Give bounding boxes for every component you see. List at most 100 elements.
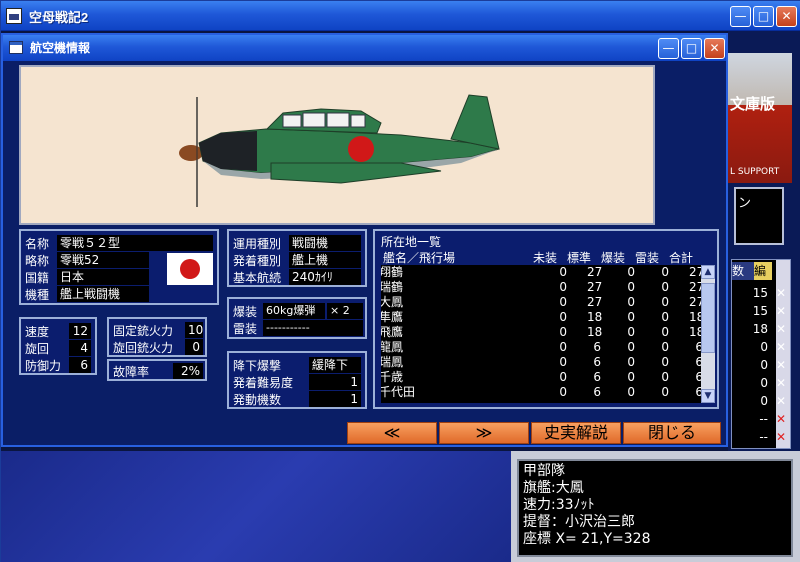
scroll-up-icon[interactable]: ▲ <box>701 265 715 279</box>
nationality-value: 日本 <box>57 269 149 285</box>
launch-difficulty-label: 発着難易度 <box>233 376 294 390</box>
location-title: 所在地一覧 <box>381 235 442 249</box>
location-count: 0 <box>661 370 669 384</box>
launch-type-value: 艦上機 <box>289 252 361 268</box>
location-name: 瑞鶴 <box>381 280 404 294</box>
location-header-torpedo: 雷装 <box>635 251 660 265</box>
list-item[interactable]: 千代田 0 6 0 0 6 <box>381 385 711 400</box>
location-header-bomb: 爆装 <box>601 251 626 265</box>
location-name: 龍鳳 <box>381 340 404 354</box>
fleet-speed: 速力:33ﾉｯﾄ <box>523 497 595 513</box>
banner-text: 文庫版 <box>730 95 776 113</box>
location-scrollbar[interactable]: ▲ ▼ <box>701 265 715 403</box>
next-button[interactable]: ≫ <box>439 422 529 444</box>
aircraft-image <box>19 65 655 225</box>
list-item[interactable]: 飛鷹 0 18 0 0 18 <box>381 325 711 340</box>
remove-icon[interactable]: ✕ <box>776 412 786 426</box>
list-item[interactable]: 大鳳 0 27 0 0 27 <box>381 295 711 310</box>
torpedo-label: 雷装 <box>233 322 258 336</box>
bg-list-count: 15 <box>752 304 768 318</box>
window-titlebar[interactable]: 空母戦記2 — □ ✕ <box>1 1 800 31</box>
remove-icon[interactable]: ✕ <box>776 394 786 408</box>
location-count: 0 <box>627 385 635 399</box>
failure-panel: 故障率 2% <box>107 359 207 381</box>
location-count: 6 <box>593 355 601 369</box>
map-area[interactable] <box>1 451 511 562</box>
remove-icon[interactable]: ✕ <box>776 286 786 300</box>
bomb-label: 爆装 <box>233 305 258 319</box>
location-header-standard: 標準 <box>567 251 592 265</box>
bg-list-count: 15 <box>752 286 768 300</box>
location-count: 0 <box>661 280 669 294</box>
minimize-button[interactable]: — <box>730 6 751 27</box>
location-header-name: 艦名／飛行場 <box>383 251 456 265</box>
location-count: 27 <box>587 265 603 279</box>
prev-button[interactable]: ≪ <box>347 422 437 444</box>
name-label: 名称 <box>25 237 50 251</box>
remove-icon[interactable]: ✕ <box>776 358 786 372</box>
range-label: 基本航続 <box>233 271 282 285</box>
list-item[interactable]: 瑞鶴 0 27 0 0 27 <box>381 280 711 295</box>
bg-list-header-edit[interactable]: 編 <box>754 262 772 280</box>
location-header-total: 合計 <box>669 251 694 265</box>
scroll-thumb[interactable] <box>701 283 715 353</box>
location-count: 0 <box>559 310 567 324</box>
close-dialog-button[interactable]: 閉じる <box>623 422 721 444</box>
bg-list-row: 18 ✕ <box>732 322 786 340</box>
location-count: 27 <box>587 295 603 309</box>
bg-list-row: -- ✕ <box>732 430 786 448</box>
short-name-label: 略称 <box>25 254 50 268</box>
bg-list-count: -- <box>759 430 768 444</box>
armament-panel: 爆装 60kg爆弾 × 2 雷装 ----------- <box>227 297 367 339</box>
bg-list-count: 18 <box>752 322 768 336</box>
close-button[interactable]: ✕ <box>776 6 797 27</box>
location-name: 大鳳 <box>381 295 404 309</box>
history-button[interactable]: 史実解説 <box>531 422 621 444</box>
fleet-info-panel: 甲部隊 旗艦:大鳳 速力:33ﾉｯﾄ 提督：小沢治三郎 座標 X= 21,Y=3… <box>511 451 800 562</box>
location-count: 0 <box>627 280 635 294</box>
location-count: 0 <box>627 310 635 324</box>
list-item[interactable]: 瑞鳳 0 6 0 0 6 <box>381 355 711 370</box>
dialog-minimize-button[interactable]: — <box>658 38 679 59</box>
game-banner: 文庫版 L SUPPORT <box>728 53 792 183</box>
failure-rate-label: 故障率 <box>113 365 150 379</box>
location-count: 18 <box>587 310 603 324</box>
dialog-icon <box>9 41 23 54</box>
location-count: 0 <box>661 310 669 324</box>
location-count: 0 <box>627 295 635 309</box>
turn-label: 旋回 <box>25 342 50 356</box>
dialog-close-button[interactable]: ✕ <box>704 38 725 59</box>
list-item[interactable]: 隼鷹 0 18 0 0 18 <box>381 310 711 325</box>
remove-icon[interactable]: ✕ <box>776 430 786 444</box>
location-name: 千歳 <box>381 370 404 384</box>
dialog-titlebar[interactable]: 航空機情報 — □ ✕ <box>3 35 726 61</box>
remove-icon[interactable]: ✕ <box>776 322 786 336</box>
location-count: 0 <box>661 385 669 399</box>
bg-list-count: -- <box>759 412 768 426</box>
location-count: 18 <box>587 325 603 339</box>
list-item[interactable]: 翔鶴 0 27 0 0 27 <box>381 265 711 280</box>
location-name: 瑞鳳 <box>381 355 404 369</box>
remove-icon[interactable]: ✕ <box>776 376 786 390</box>
short-name-value: 零戦52 <box>57 252 149 268</box>
location-count: 0 <box>661 265 669 279</box>
location-count: 0 <box>559 325 567 339</box>
usage-type-value: 戦闘機 <box>289 235 361 251</box>
app-icon <box>6 8 22 24</box>
main-window: 空母戦記2 — □ ✕ 文庫版 L SUPPORT ン 数 編 15 ✕ 15 ✕ 18… <box>0 0 800 562</box>
remove-icon[interactable]: ✕ <box>776 304 786 318</box>
location-list[interactable]: 翔鶴 0 27 0 0 27 瑞鶴 0 27 0 0 27 大鳳 0 27 0 0 27 隼鷹 0 18 0 0 18 飛鷹 0 1… <box>381 265 711 403</box>
fleet-admiral: 提督：小沢治三郎 <box>523 514 635 530</box>
location-count: 0 <box>559 370 567 384</box>
japan-flag-icon <box>167 253 213 285</box>
remove-icon[interactable]: ✕ <box>776 340 786 354</box>
scroll-down-icon[interactable]: ▼ <box>701 389 715 403</box>
list-item[interactable]: 龍鳳 0 6 0 0 6 <box>381 340 711 355</box>
list-item[interactable]: 千歳 0 6 0 0 6 <box>381 370 711 385</box>
location-name: 翔鶴 <box>381 265 404 279</box>
fleet-info-box: 甲部隊 旗艦:大鳳 速力:33ﾉｯﾄ 提督：小沢治三郎 座標 X= 21,Y=3… <box>517 459 793 557</box>
dive-panel: 降下爆撃 緩降下 発着難易度 1 発動機数 1 <box>227 351 367 409</box>
maximize-button[interactable]: □ <box>753 6 774 27</box>
location-count: 0 <box>559 295 567 309</box>
dialog-maximize-button[interactable]: □ <box>681 38 702 59</box>
